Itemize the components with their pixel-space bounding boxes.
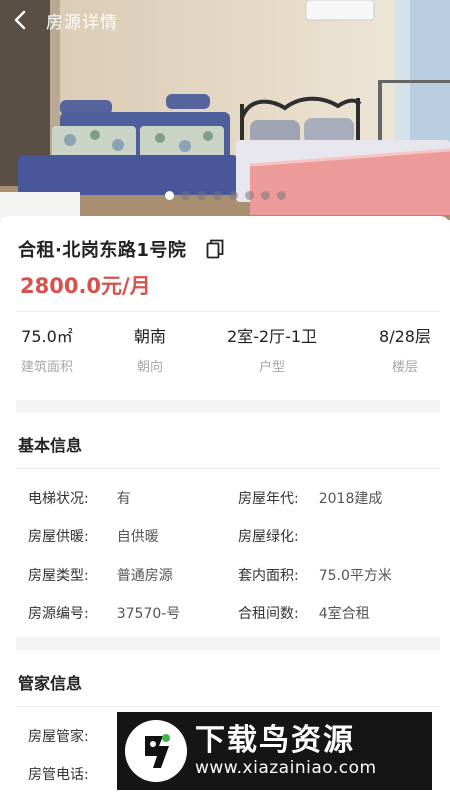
info-key: 合租间数: — [238, 606, 299, 622]
info-key: 房管电话: — [28, 767, 89, 783]
stat-layout: 2室-2厅-1卫 户型 — [218, 326, 326, 375]
info-elevator: 电梯状况: 有 — [28, 488, 131, 508]
carousel-dot[interactable] — [180, 191, 190, 200]
info-key: 房屋类型: — [28, 568, 89, 584]
key-stats: 75.0㎡ 建筑面积 朝南 朝向 2室-2厅-1卫 户型 8/28层 楼层 — [0, 326, 450, 386]
info-key: 房屋绿化: — [238, 529, 299, 545]
watermark-url: www.xiazainiao.com — [195, 758, 377, 778]
listing-price: 2800.0元/月 — [20, 274, 151, 298]
stat-floor-value: 8/28层 — [379, 327, 431, 346]
copy-icon — [206, 239, 224, 259]
listing-title-row: 合租·北岗东路1号院 — [18, 236, 226, 262]
stat-area: 75.0㎡ 建筑面积 — [18, 326, 76, 375]
stat-orientation: 朝南 朝向 — [120, 326, 180, 375]
carousel-dot[interactable] — [228, 191, 238, 200]
watermark-banner: 下载鸟资源 www.xiazainiao.com — [117, 712, 432, 790]
info-key: 电梯状况: — [28, 491, 89, 507]
info-value: 有 — [116, 491, 131, 507]
back-button[interactable] — [0, 0, 40, 40]
watermark-text: 下载鸟资源 www.xiazainiao.com — [195, 723, 377, 779]
carousel-indicator — [0, 191, 450, 200]
carousel-dot[interactable] — [276, 191, 286, 200]
info-shared-rooms: 合租间数: 4室合租 — [238, 603, 370, 623]
bird-logo-icon — [125, 720, 187, 782]
stat-area-value: 75.0㎡ — [21, 327, 73, 346]
info-value: 75.0平方米 — [318, 568, 392, 584]
watermark-brand: 下载鸟资源 — [195, 723, 355, 758]
manager-info-title: 管家信息 — [18, 674, 83, 693]
info-value: 2018建成 — [318, 491, 383, 507]
divider — [16, 706, 440, 707]
info-building-year: 房屋年代: 2018建成 — [238, 488, 382, 508]
top-bar: 房源详情 — [0, 0, 450, 40]
info-key: 房源编号: — [28, 606, 89, 622]
section-separator — [16, 400, 440, 413]
stat-orientation-label: 朝向 — [136, 360, 163, 375]
section-separator — [16, 637, 440, 650]
info-listing-id: 房源编号: 37570-号 — [28, 603, 180, 623]
carousel-dot[interactable] — [164, 191, 174, 200]
basic-info-title: 基本信息 — [18, 436, 83, 455]
info-value: 37570-号 — [116, 606, 181, 622]
divider — [16, 468, 440, 469]
divider — [16, 311, 440, 312]
listing-title: 合租·北岗东路1号院 — [18, 240, 187, 261]
stat-layout-label: 户型 — [258, 360, 285, 375]
stat-orientation-value: 朝南 — [133, 327, 166, 346]
carousel-dot[interactable] — [260, 191, 270, 200]
info-manager: 房屋管家: — [28, 726, 89, 746]
back-arrow-icon — [14, 10, 26, 30]
info-value: 4室合租 — [318, 606, 370, 622]
info-greening: 房屋绿化: — [238, 526, 319, 546]
page-title: 房源详情 — [46, 12, 118, 33]
info-key: 房屋供暖: — [28, 529, 89, 545]
info-heating: 房屋供暖: 自供暖 — [28, 526, 159, 546]
carousel-dot[interactable] — [244, 191, 254, 200]
copy-button[interactable] — [204, 238, 226, 260]
info-key: 房屋管家: — [28, 729, 89, 745]
info-house-type: 房屋类型: 普通房源 — [28, 565, 173, 585]
carousel-dot[interactable] — [212, 191, 222, 200]
stat-layout-value: 2室-2厅-1卫 — [226, 327, 318, 346]
stat-floor-label: 楼层 — [391, 360, 418, 375]
info-value: 自供暖 — [116, 529, 159, 545]
info-inner-area: 套内面积: 75.0平方米 — [238, 565, 392, 585]
stat-area-label: 建筑面积 — [20, 360, 73, 375]
info-key: 套内面积: — [238, 568, 299, 584]
info-manager-phone[interactable]: 房管电话: — [28, 764, 89, 784]
info-key: 房屋年代: — [238, 491, 299, 507]
carousel-dot[interactable] — [196, 191, 206, 200]
stat-floor: 8/28层 楼层 — [372, 326, 438, 375]
room-photo-carousel[interactable]: 房源详情 — [0, 0, 450, 220]
info-value: 普通房源 — [116, 568, 173, 584]
